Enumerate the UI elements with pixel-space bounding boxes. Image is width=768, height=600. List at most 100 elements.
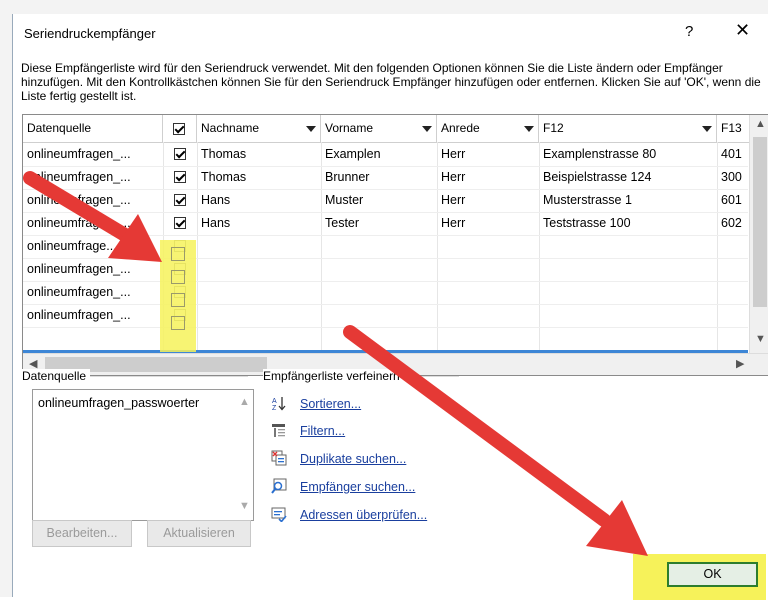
dropdown-arrow-icon[interactable] [702,126,712,132]
find-recipient-icon [271,478,287,494]
filter-icon [272,424,285,437]
table-cell-nachname [197,281,321,304]
table-cell-source: onlineumfrage... [27,239,117,253]
table-row[interactable]: onlineumfragen_... Hans Muster Herr Musterst… [23,189,748,213]
table-cell-f13: 401 [721,147,742,161]
validate-addresses-link[interactable]: Adressen überprüfen... [300,508,427,522]
listbox-scrollbar[interactable]: ▲ ▼ [237,392,251,518]
refine-label: Empfängerliste verfeinern [263,369,404,383]
vertical-scrollbar[interactable]: ▲ ▼ [749,115,768,353]
table-row[interactable]: onlineumfragen_... [23,258,748,282]
scroll-down-icon[interactable]: ▼ [239,500,250,512]
header-f13[interactable]: F13 [717,115,749,142]
table-cell-source: onlineumfragen_... [27,285,131,299]
close-button[interactable]: ✕ [735,20,750,41]
table-cell-anrede [437,304,539,327]
select-all-checkbox[interactable] [173,123,185,135]
recipient-table: Datenquelle Nachname Vorname Anrede F12 … [22,114,768,376]
table-cell-nachname: Thomas [201,170,247,184]
header-datenquelle[interactable]: Datenquelle [23,115,163,142]
empty-row-checkbox[interactable] [171,316,185,330]
table-cell-vorname: Muster [325,193,364,207]
table-cell-anrede [437,235,539,258]
table-cell-vorname: Tester [325,216,360,230]
header-label: Anrede [441,121,480,135]
scroll-right-icon[interactable]: ▶ [736,357,744,370]
header-label: Datenquelle [27,121,92,135]
datasource-label: Datenquelle [22,369,91,383]
datasource-item[interactable]: onlineumfragen_passwoerter [38,396,199,410]
table-row[interactable]: onlineumfragen_... [23,281,748,305]
dropdown-arrow-icon[interactable] [422,126,432,132]
row-checkbox[interactable] [174,194,186,206]
find-recipient-link[interactable]: Empfänger suchen... [300,480,415,494]
empty-row-checkbox[interactable] [171,247,185,261]
refresh-button[interactable]: Aktualisieren [147,520,251,547]
dropdown-arrow-icon[interactable] [524,126,534,132]
table-row[interactable]: onlineumfragen_... Hans Tester Herr Teststra… [23,212,748,236]
table-row[interactable]: onlineumfrage... [23,235,748,259]
table-cell-nachname: Hans [201,216,231,230]
svg-text:A: A [272,398,277,405]
table-cell-f12 [539,235,717,258]
table-cell-source: onlineumfragen_... [27,262,131,276]
table-cell-f12: Musterstrasse 1 [543,193,632,207]
table-cell-source: onlineumfragen_... [27,170,131,184]
header-label: F12 [543,121,564,135]
header-checkbox[interactable] [163,115,197,142]
table-cell-f13: 300 [721,170,742,184]
row-checkbox[interactable] [174,148,186,160]
table-cell-f12 [539,258,717,281]
table-row[interactable]: onlineumfragen_... Thomas Brunner Herr Beisp… [23,166,748,190]
header-vorname[interactable]: Vorname [321,115,437,142]
table-cell-anrede: Herr [441,216,466,230]
table-cell-source: onlineumfragen_... [27,216,131,230]
help-button[interactable]: ? [685,23,693,40]
empty-row-checkbox[interactable] [171,293,185,307]
title-bar: Seriendruckempfänger ? ✕ [13,14,768,52]
table-cell-f12: Examplenstrasse 80 [543,147,657,161]
filter-link[interactable]: Filtern... [300,424,345,438]
scroll-down-icon[interactable]: ▼ [755,333,766,345]
table-cell-vorname [321,235,437,258]
table-cell-vorname [321,304,437,327]
header-label: Nachname [201,121,260,135]
ok-button[interactable]: OK [667,562,758,587]
find-duplicates-link[interactable]: Duplikate suchen... [300,452,406,466]
dropdown-arrow-icon[interactable] [306,126,316,132]
table-cell-source: onlineumfragen_... [27,308,131,322]
empty-row-checkbox[interactable] [171,270,185,284]
sort-icon: AZ [272,397,286,411]
vertical-scroll-thumb[interactable] [753,137,767,307]
sort-link[interactable]: Sortieren... [300,397,361,411]
table-cell-f13 [717,258,749,281]
table-cell-source: onlineumfragen_... [27,193,131,207]
table-cell-nachname [197,304,321,327]
scroll-up-icon[interactable]: ▲ [755,118,766,130]
header-label: F13 [721,121,742,135]
header-f12[interactable]: F12 [539,115,717,142]
validate-addresses-icon [271,507,287,522]
row-checkbox[interactable] [174,217,186,229]
scroll-up-icon[interactable]: ▲ [239,396,250,408]
edit-button[interactable]: Bearbeiten... [32,520,132,547]
row-checkbox[interactable] [174,171,186,183]
header-nachname[interactable]: Nachname [197,115,321,142]
datasource-listbox[interactable]: onlineumfragen_passwoerter ▲ ▼ [32,389,254,521]
header-anrede[interactable]: Anrede [437,115,539,142]
table-cell-vorname: Brunner [325,170,370,184]
table-cell-anrede [437,281,539,304]
header-label: Vorname [325,121,374,135]
table-cell-f13: 601 [721,193,742,207]
table-row[interactable]: onlineumfragen_... [23,304,748,328]
table-cell-anrede: Herr [441,170,466,184]
table-cell-vorname [321,258,437,281]
table-cell-vorname [321,281,437,304]
table-cell-f12: Beispielstrasse 124 [543,170,652,184]
table-cell-f13 [717,304,749,327]
table-cell-nachname [197,235,321,258]
mail-merge-recipients-dialog: Seriendruckempfänger ? ✕ Diese Empfänger… [12,14,768,600]
table-cell-vorname: Examplen [325,147,381,161]
table-row[interactable]: onlineumfragen_... Thomas Examplen Herr Exam… [23,143,748,167]
table-cell-f13 [717,281,749,304]
